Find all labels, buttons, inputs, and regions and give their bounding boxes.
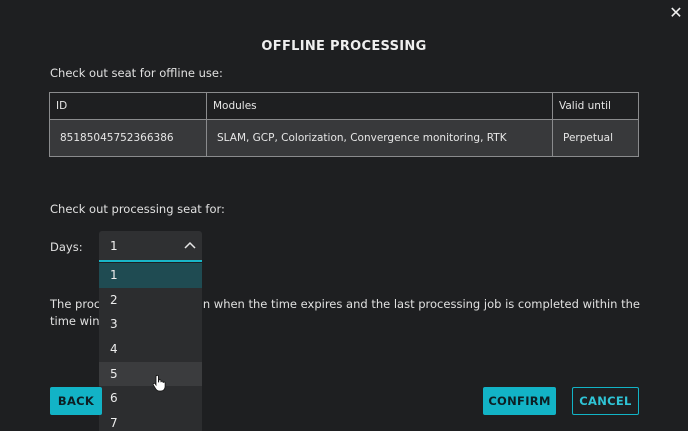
days-option-4[interactable]: 4 — [99, 337, 202, 362]
hand-cursor-icon — [152, 374, 166, 392]
seat-table: ID Modules Valid until 85185045752366386… — [49, 92, 639, 157]
seat-prompt: Check out seat for offline use: — [50, 66, 223, 80]
days-option-3[interactable]: 3 — [99, 312, 202, 337]
dialog-title: OFFLINE PROCESSING — [261, 39, 427, 54]
table-header-row: ID Modules Valid until — [49, 92, 639, 120]
days-option-5[interactable]: 5 — [99, 361, 202, 387]
back-button[interactable]: BACK — [50, 387, 102, 415]
days-select-value: 1 — [110, 239, 118, 253]
days-option-6[interactable]: 6 — [99, 386, 202, 411]
column-header-id: ID — [49, 92, 207, 120]
days-select[interactable]: 1 — [99, 231, 202, 262]
days-option-1[interactable]: 1 — [99, 263, 202, 288]
seat-valid-until-cell: Perpetual — [552, 119, 639, 157]
column-header-valid-until: Valid until — [552, 92, 639, 120]
days-label: Days: — [50, 240, 83, 254]
seat-modules-cell: SLAM, GCP, Colorization, Convergence mon… — [206, 119, 553, 157]
days-dropdown-menu: 1 2 3 4 5 6 7 — [99, 263, 202, 431]
chevron-up-icon — [184, 241, 196, 249]
days-option-2[interactable]: 2 — [99, 288, 202, 313]
processing-seat-prompt: Check out processing seat for: — [50, 202, 225, 216]
confirm-button[interactable]: CONFIRM — [483, 387, 556, 415]
seat-id-cell: 85185045752366386 — [49, 119, 207, 157]
info-text-line1-end: d back in when the time expires and the … — [157, 297, 640, 311]
offline-processing-dialog: ✕ OFFLINE PROCESSING Check out seat for … — [0, 0, 688, 431]
cancel-button[interactable]: CANCEL — [572, 387, 639, 415]
days-option-7[interactable]: 7 — [99, 411, 202, 431]
table-row[interactable]: 85185045752366386 SLAM, GCP, Colorizatio… — [49, 119, 639, 157]
close-icon[interactable]: ✕ — [667, 4, 685, 22]
column-header-modules: Modules — [206, 92, 553, 120]
